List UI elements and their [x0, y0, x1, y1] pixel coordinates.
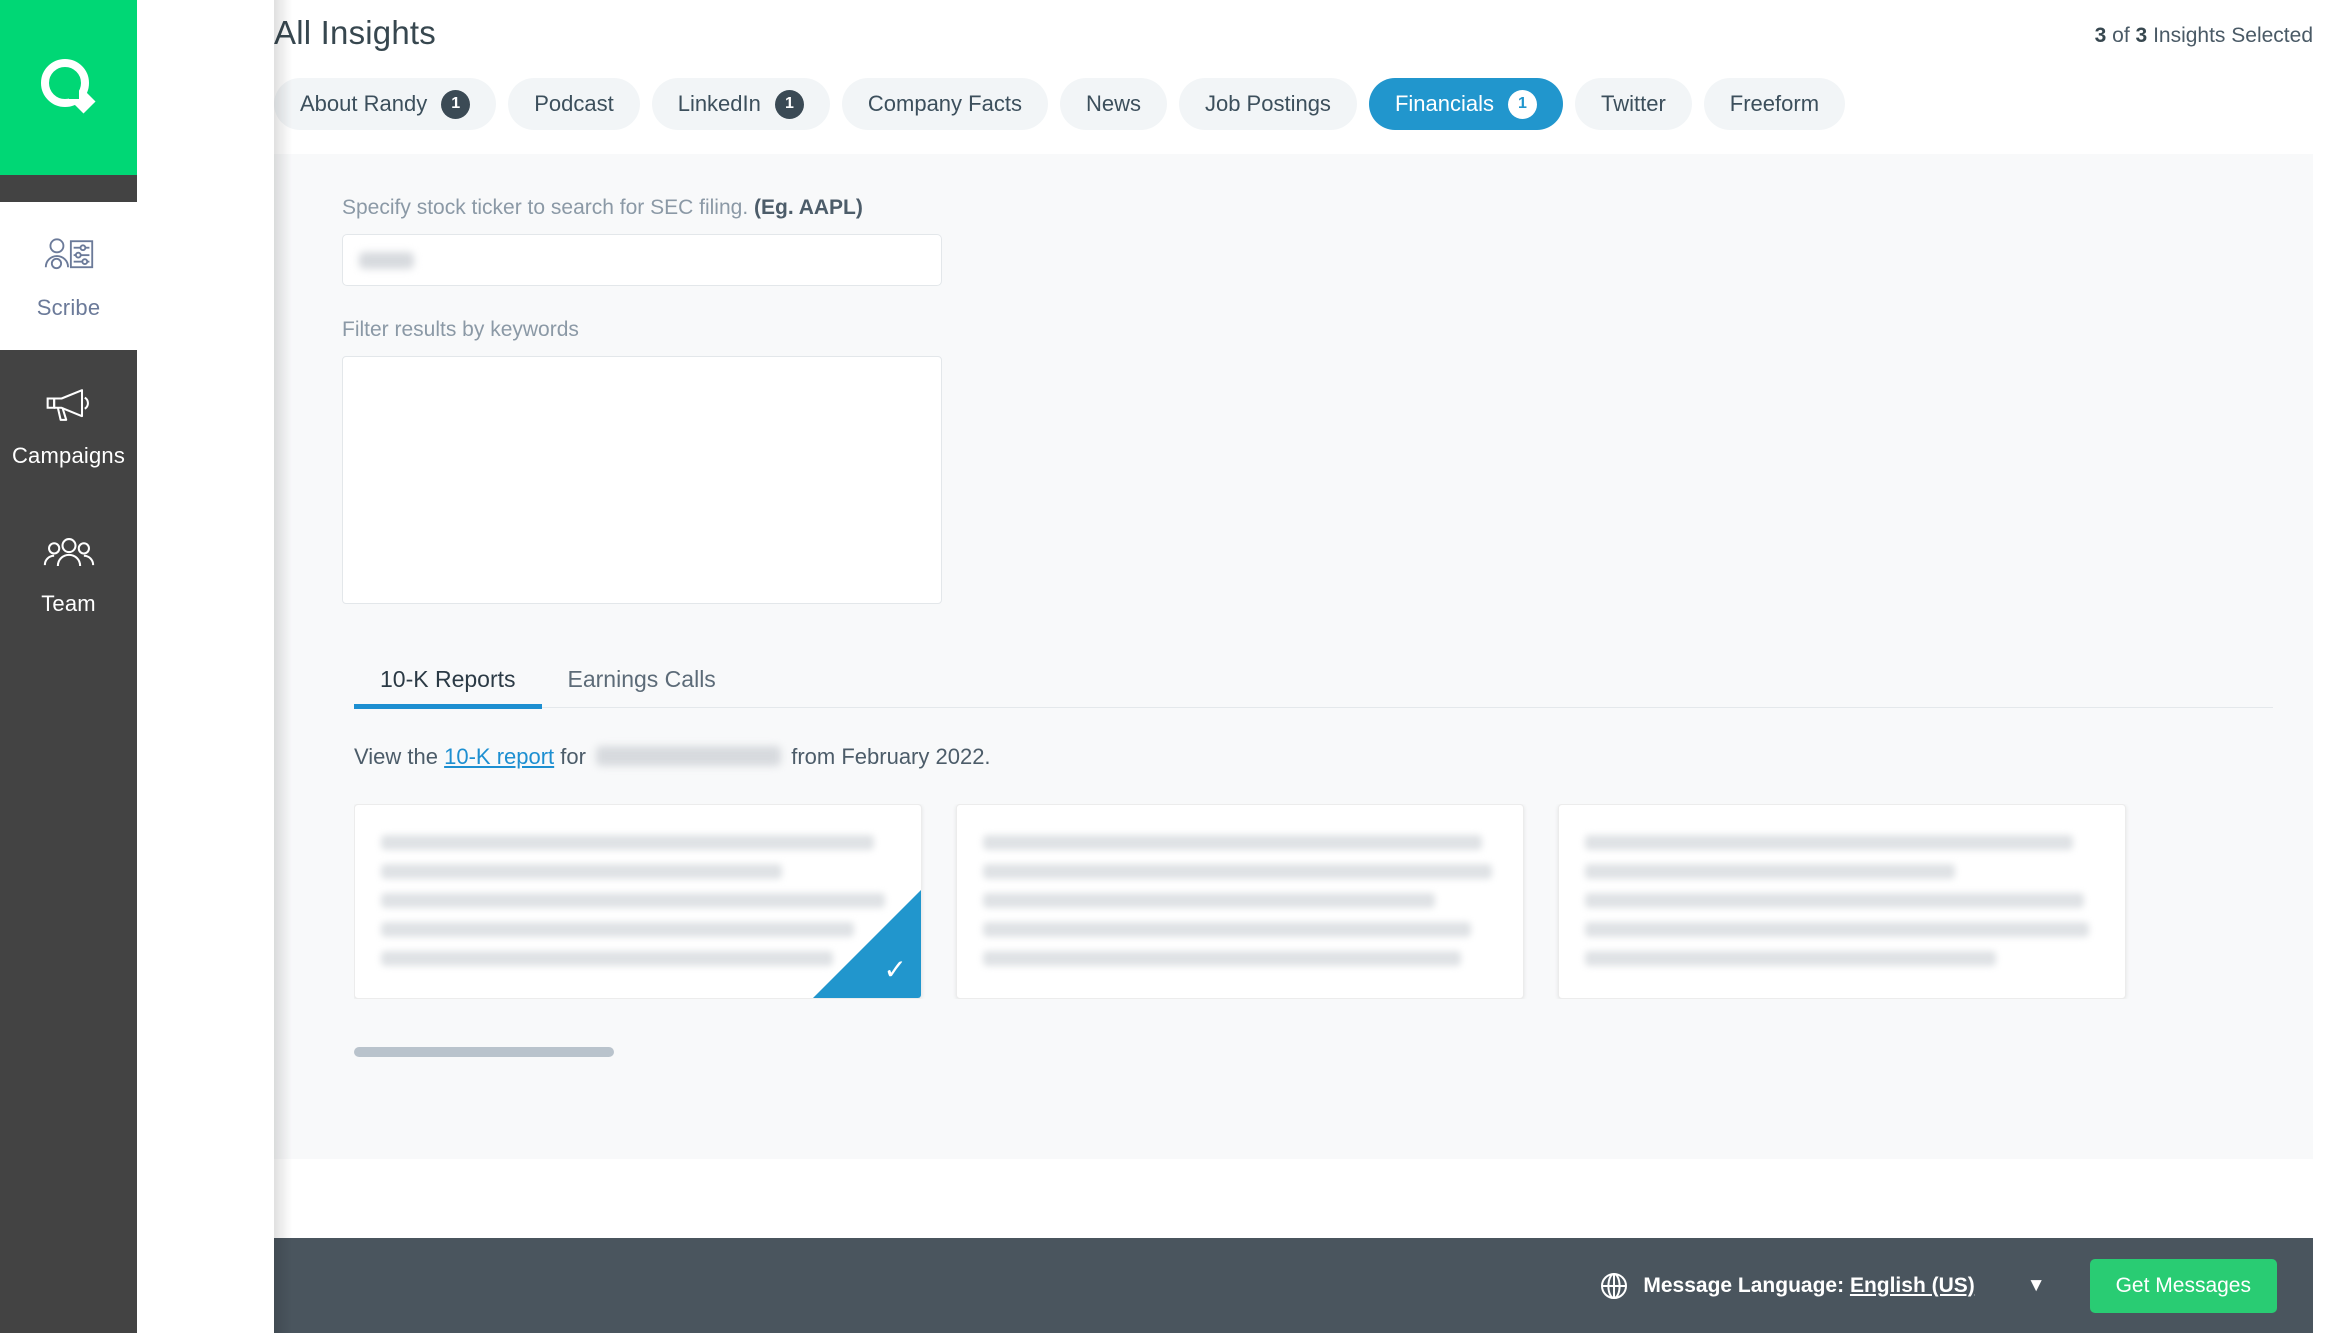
- person-settings-icon: [41, 232, 97, 282]
- tab-badge: 1: [774, 89, 804, 119]
- page-title: All Insights: [274, 14, 436, 51]
- tab-financials[interactable]: Financials 1: [1368, 78, 1563, 130]
- tab-label: News: [1085, 91, 1141, 116]
- page-header: All Insights 3 of 3 Insights Selected: [137, 0, 2335, 52]
- tab-about-randy[interactable]: About Randy 1: [274, 78, 497, 130]
- selected-count-of: of: [2112, 24, 2130, 47]
- message-language-control[interactable]: Message Language: English (US): [1599, 1271, 1975, 1301]
- subtab-earnings-calls[interactable]: Earnings Calls: [542, 666, 742, 707]
- message-language-label: Message Language:: [1643, 1273, 1845, 1297]
- message-language-text: Message Language: English (US): [1643, 1274, 1974, 1298]
- ticker-label-example: (Eg. AAPL): [754, 196, 863, 219]
- selected-total-value: 3: [2135, 24, 2148, 47]
- report-line-middle: for: [560, 744, 586, 769]
- sidebar-item-campaigns[interactable]: Campaigns: [0, 350, 137, 498]
- tab-badge: 1: [1507, 89, 1537, 119]
- subtab-label: Earnings Calls: [567, 666, 716, 692]
- globe-icon: [1599, 1271, 1629, 1301]
- tab-badge: 1: [441, 89, 471, 119]
- insight-card[interactable]: [956, 804, 1524, 999]
- tab-podcast[interactable]: Podcast: [508, 78, 640, 130]
- tab-label: Financials: [1394, 91, 1494, 116]
- insight-category-tabs: About Randy 1 Podcast LinkedIn 1 Company…: [137, 52, 2335, 130]
- selected-count-suffix: Insights Selected: [2153, 24, 2313, 47]
- bottom-action-bar: Message Language: English (US) ▼ Get Mes…: [274, 1238, 2313, 1333]
- subtab-label: 10-K Reports: [380, 666, 516, 692]
- tab-freeform[interactable]: Freeform: [1703, 78, 1846, 130]
- sidebar: Scribe Campaigns Team: [0, 0, 137, 1333]
- ticker-field-label: Specify stock ticker to search for SEC f…: [342, 196, 2313, 220]
- tab-label: LinkedIn: [677, 91, 761, 116]
- tab-twitter[interactable]: Twitter: [1574, 78, 1692, 130]
- report-description-line: View the 10-K report for from February 2…: [354, 744, 2313, 770]
- tab-news[interactable]: News: [1059, 78, 1167, 130]
- sidebar-top-spacer: [0, 175, 137, 202]
- tab-linkedin[interactable]: LinkedIn 1: [651, 78, 830, 130]
- scrollbar-thumb[interactable]: [354, 1047, 614, 1057]
- insights-selected-status: 3 of 3 Insights Selected: [2095, 14, 2313, 48]
- redacted-company-name: [596, 746, 782, 766]
- redacted-ticker-value: [359, 251, 414, 269]
- megaphone-icon: [41, 380, 97, 430]
- insight-card[interactable]: ✓: [354, 804, 922, 999]
- cards-horizontal-scrollbar[interactable]: [354, 1047, 1739, 1057]
- tab-job-postings[interactable]: Job Postings: [1178, 78, 1357, 130]
- main-content: All Insights 3 of 3 Insights Selected Ab…: [137, 0, 2335, 1333]
- redacted-card-text: [983, 835, 1497, 966]
- subtab-10k-reports[interactable]: 10-K Reports: [354, 666, 542, 709]
- tab-label: Freeform: [1729, 91, 1820, 116]
- checkmark-icon: ✓: [883, 954, 907, 985]
- app-logo[interactable]: [0, 0, 137, 175]
- report-line-suffix: from February 2022.: [791, 744, 991, 769]
- tab-label: Podcast: [534, 91, 614, 116]
- get-messages-button[interactable]: Get Messages: [2089, 1258, 2277, 1313]
- financials-subtabs: 10-K Reports Earnings Calls: [354, 650, 2273, 709]
- sidebar-item-label-campaigns: Campaigns: [11, 442, 126, 468]
- ticker-input[interactable]: [342, 234, 942, 286]
- people-group-icon: [41, 528, 97, 578]
- chevron-down-icon[interactable]: ▼: [2027, 1275, 2046, 1297]
- insight-card[interactable]: [1558, 804, 2126, 999]
- tab-label: Job Postings: [1204, 91, 1331, 116]
- report-line-prefix: View the: [354, 744, 438, 769]
- quill-q-logo-icon: [33, 52, 105, 124]
- message-language-value[interactable]: English (US): [1850, 1274, 1975, 1297]
- financials-panel: Specify stock ticker to search for SEC f…: [274, 154, 2313, 1159]
- redacted-card-text: [1585, 835, 2099, 966]
- ticker-field-block: Specify stock ticker to search for SEC f…: [274, 196, 2313, 604]
- tab-label: Company Facts: [867, 91, 1022, 116]
- sidebar-item-scribe[interactable]: Scribe: [0, 202, 137, 350]
- app-root: Scribe Campaigns Team All Insights 3 of …: [0, 0, 2335, 1333]
- sidebar-item-team[interactable]: Team: [0, 498, 137, 646]
- tab-label: About Randy: [300, 91, 428, 116]
- insight-cards-scroller[interactable]: ✓: [354, 804, 2313, 999]
- ticker-label-main: Specify stock ticker to search for SEC f…: [342, 196, 749, 219]
- 10k-report-link[interactable]: 10-K report: [444, 744, 554, 769]
- sidebar-item-label-team: Team: [41, 590, 96, 616]
- tab-label: Twitter: [1600, 91, 1666, 116]
- tab-company-facts[interactable]: Company Facts: [841, 78, 1048, 130]
- sidebar-item-label-scribe: Scribe: [36, 294, 101, 320]
- keywords-textarea[interactable]: [342, 356, 942, 604]
- selected-count-value: 3: [2094, 24, 2107, 47]
- keywords-field-label: Filter results by keywords: [342, 318, 579, 341]
